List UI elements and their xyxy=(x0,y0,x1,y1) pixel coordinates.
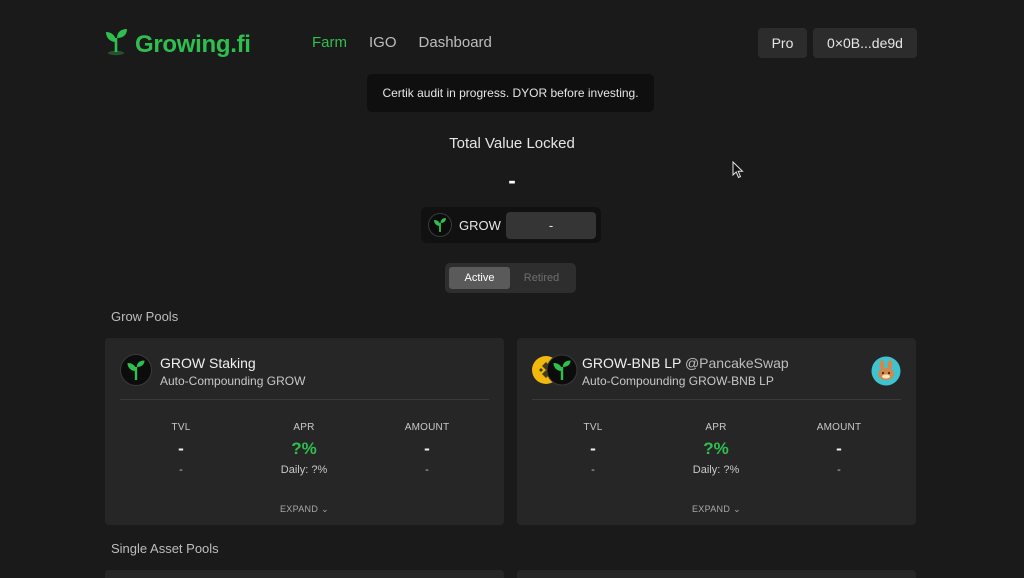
pool-card-partial[interactable] xyxy=(517,570,916,578)
grow-token-label: GROW xyxy=(459,218,501,233)
apr-column: APR ?% Daily: ?% xyxy=(254,422,354,476)
pool-subtitle: Auto-Compounding GROW-BNB LP xyxy=(582,374,774,388)
active-pools-tab[interactable]: Active xyxy=(449,267,510,289)
apr-daily: Daily: ?% xyxy=(280,464,328,476)
pool-subtitle: Auto-Compounding GROW xyxy=(160,374,306,388)
expand-button[interactable]: EXPAND ⌄ xyxy=(517,504,916,515)
amount-sub: - xyxy=(425,464,429,476)
expand-button[interactable]: EXPAND ⌄ xyxy=(105,504,504,515)
sprout-icon xyxy=(105,28,129,61)
chevron-down-icon: ⌄ xyxy=(321,504,329,514)
chevron-down-icon: ⌄ xyxy=(733,504,741,514)
tvl-value: - xyxy=(178,439,184,458)
amount-label: AMOUNT xyxy=(816,422,862,433)
apr-column: APR ?% Daily: ?% xyxy=(666,422,766,476)
pool-card-partial[interactable] xyxy=(105,570,504,578)
pool-card-grow-bnb-lp[interactable]: GROW-BNB LP @PancakeSwap Auto-Compoundin… xyxy=(517,338,916,525)
mouse-cursor-icon xyxy=(732,160,744,184)
tvl-label: TVL xyxy=(171,422,191,433)
divider xyxy=(120,399,489,400)
apr-value: ?% xyxy=(703,439,729,458)
tvl-value: - xyxy=(590,439,596,458)
amount-column: AMOUNT - - xyxy=(789,422,889,476)
apr-label: APR xyxy=(293,422,315,433)
grow-price-value: - xyxy=(506,212,596,239)
amount-value: - xyxy=(836,439,842,458)
tvl-sub: - xyxy=(591,464,595,476)
amount-label: AMOUNT xyxy=(404,422,450,433)
nav-dashboard[interactable]: Dashboard xyxy=(419,34,492,51)
brand-name: Growing.fi xyxy=(135,30,251,58)
pro-button[interactable]: Pro xyxy=(758,28,807,58)
expand-label: EXPAND xyxy=(280,504,319,514)
expand-label: EXPAND xyxy=(692,504,731,514)
amount-column: AMOUNT - - xyxy=(377,422,477,476)
tvl-title: Total Value Locked xyxy=(449,135,575,152)
amount-value: - xyxy=(424,439,430,458)
retired-pools-tab[interactable]: Retired xyxy=(511,267,572,289)
apr-daily: Daily: ?% xyxy=(692,464,740,476)
audit-notice: Certik audit in progress. DYOR before in… xyxy=(367,74,654,112)
pool-card-grow-staking[interactable]: GROW Staking Auto-Compounding GROW TVL -… xyxy=(105,338,504,525)
single-asset-pools-heading: Single Asset Pools xyxy=(111,541,219,556)
main-nav: Farm IGO Dashboard xyxy=(312,34,514,51)
divider xyxy=(532,399,901,400)
apr-label: APR xyxy=(705,422,727,433)
nav-farm[interactable]: Farm xyxy=(312,34,347,51)
pool-name: GROW-BNB LP @PancakeSwap xyxy=(582,355,789,371)
apr-value: ?% xyxy=(291,439,317,458)
grow-token-icon xyxy=(546,354,578,386)
pool-platform: @PancakeSwap xyxy=(684,355,789,371)
lp-pair-icon xyxy=(532,354,578,391)
brand-logo[interactable]: Growing.fi xyxy=(105,28,251,61)
wallet-button[interactable]: 0×0B...de9d xyxy=(813,28,917,58)
tvl-value: - xyxy=(508,168,516,193)
pancakeswap-bunny-icon[interactable] xyxy=(871,356,901,391)
tvl-column: TVL - - xyxy=(543,422,643,476)
tvl-label: TVL xyxy=(583,422,603,433)
top-header: Growing.fi Farm IGO Dashboard Pro 0×0B..… xyxy=(105,26,917,60)
pool-status-toggle: Active Retired xyxy=(445,263,576,293)
tvl-column: TVL - - xyxy=(131,422,231,476)
grow-price-widget: GROW - xyxy=(421,207,601,243)
nav-igo[interactable]: IGO xyxy=(369,34,397,51)
amount-sub: - xyxy=(837,464,841,476)
grow-pools-heading: Grow Pools xyxy=(111,309,179,324)
grow-token-icon xyxy=(428,213,452,242)
grow-token-icon xyxy=(120,354,152,391)
pool-name: GROW Staking xyxy=(160,355,256,371)
tvl-sub: - xyxy=(179,464,183,476)
